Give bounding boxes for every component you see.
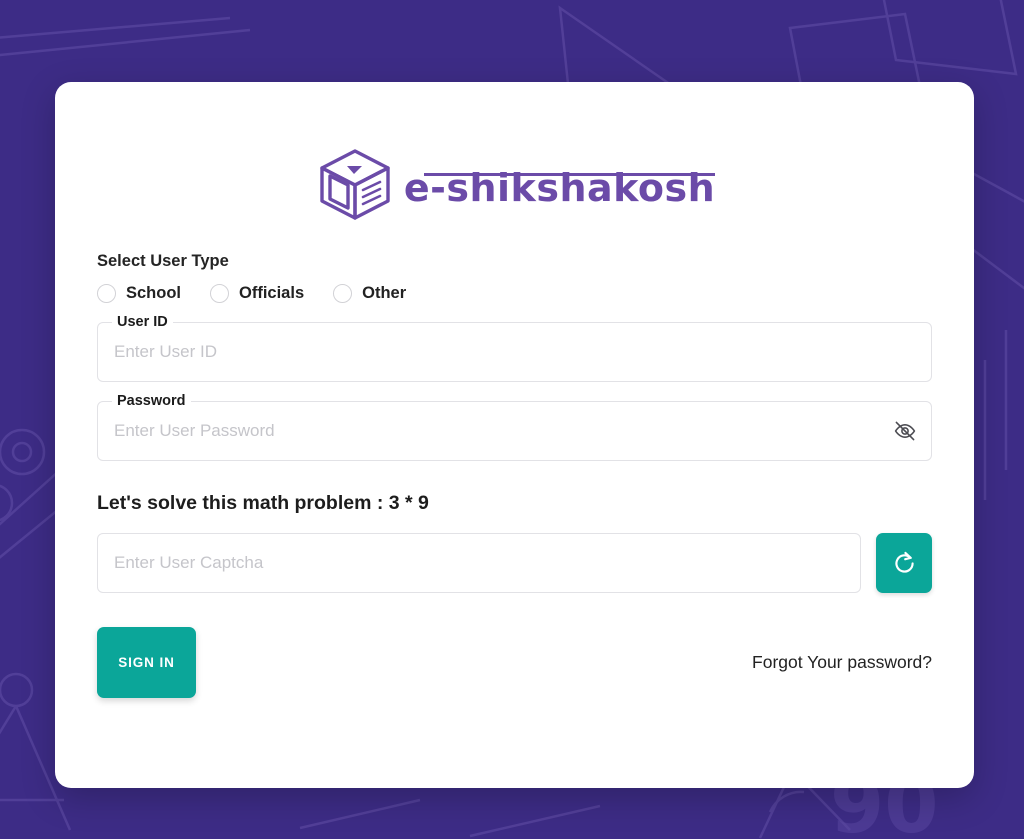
radio-label-officials: Officials [239,284,305,302]
login-card: e-shikshakosh Select User Type School Of… [55,82,974,788]
captcha-input[interactable] [97,533,861,593]
radio-circle-icon[interactable] [210,284,230,303]
password-field: Password [97,392,932,461]
forgot-password-link[interactable]: Forgot Your password? [752,652,932,673]
password-input[interactable] [97,401,932,461]
eye-off-icon [894,421,916,441]
captcha-question: Let's solve this math problem : 3 * 9 [97,492,429,514]
radio-label-other: Other [362,284,407,302]
sign-in-button[interactable]: SIGN IN [97,627,196,698]
radio-label-school: School [126,284,182,302]
radio-option-officials[interactable]: Officials [210,284,304,303]
user-id-input[interactable] [97,322,932,382]
user-type-radio-group: School Officials Other [97,284,953,303]
isometric-book-cube-icon [320,149,390,220]
brand-wordmark: e-shikshakosh [403,165,716,210]
radio-option-school[interactable]: School [97,284,181,303]
radio-option-other[interactable]: Other [333,284,406,303]
captcha-field [97,533,861,593]
form-actions: SIGN IN Forgot Your password? [97,627,932,698]
captcha-refresh-button[interactable] [876,533,932,593]
radio-circle-icon[interactable] [333,284,353,303]
captcha-row [97,533,932,593]
radio-circle-icon[interactable] [97,284,116,303]
refresh-icon [894,551,914,573]
user-type-label: Select User Type [97,252,229,270]
password-visibility-toggle[interactable] [892,418,918,444]
brand-logo: e-shikshakosh [76,82,953,232]
user-id-field: User ID [97,313,932,382]
